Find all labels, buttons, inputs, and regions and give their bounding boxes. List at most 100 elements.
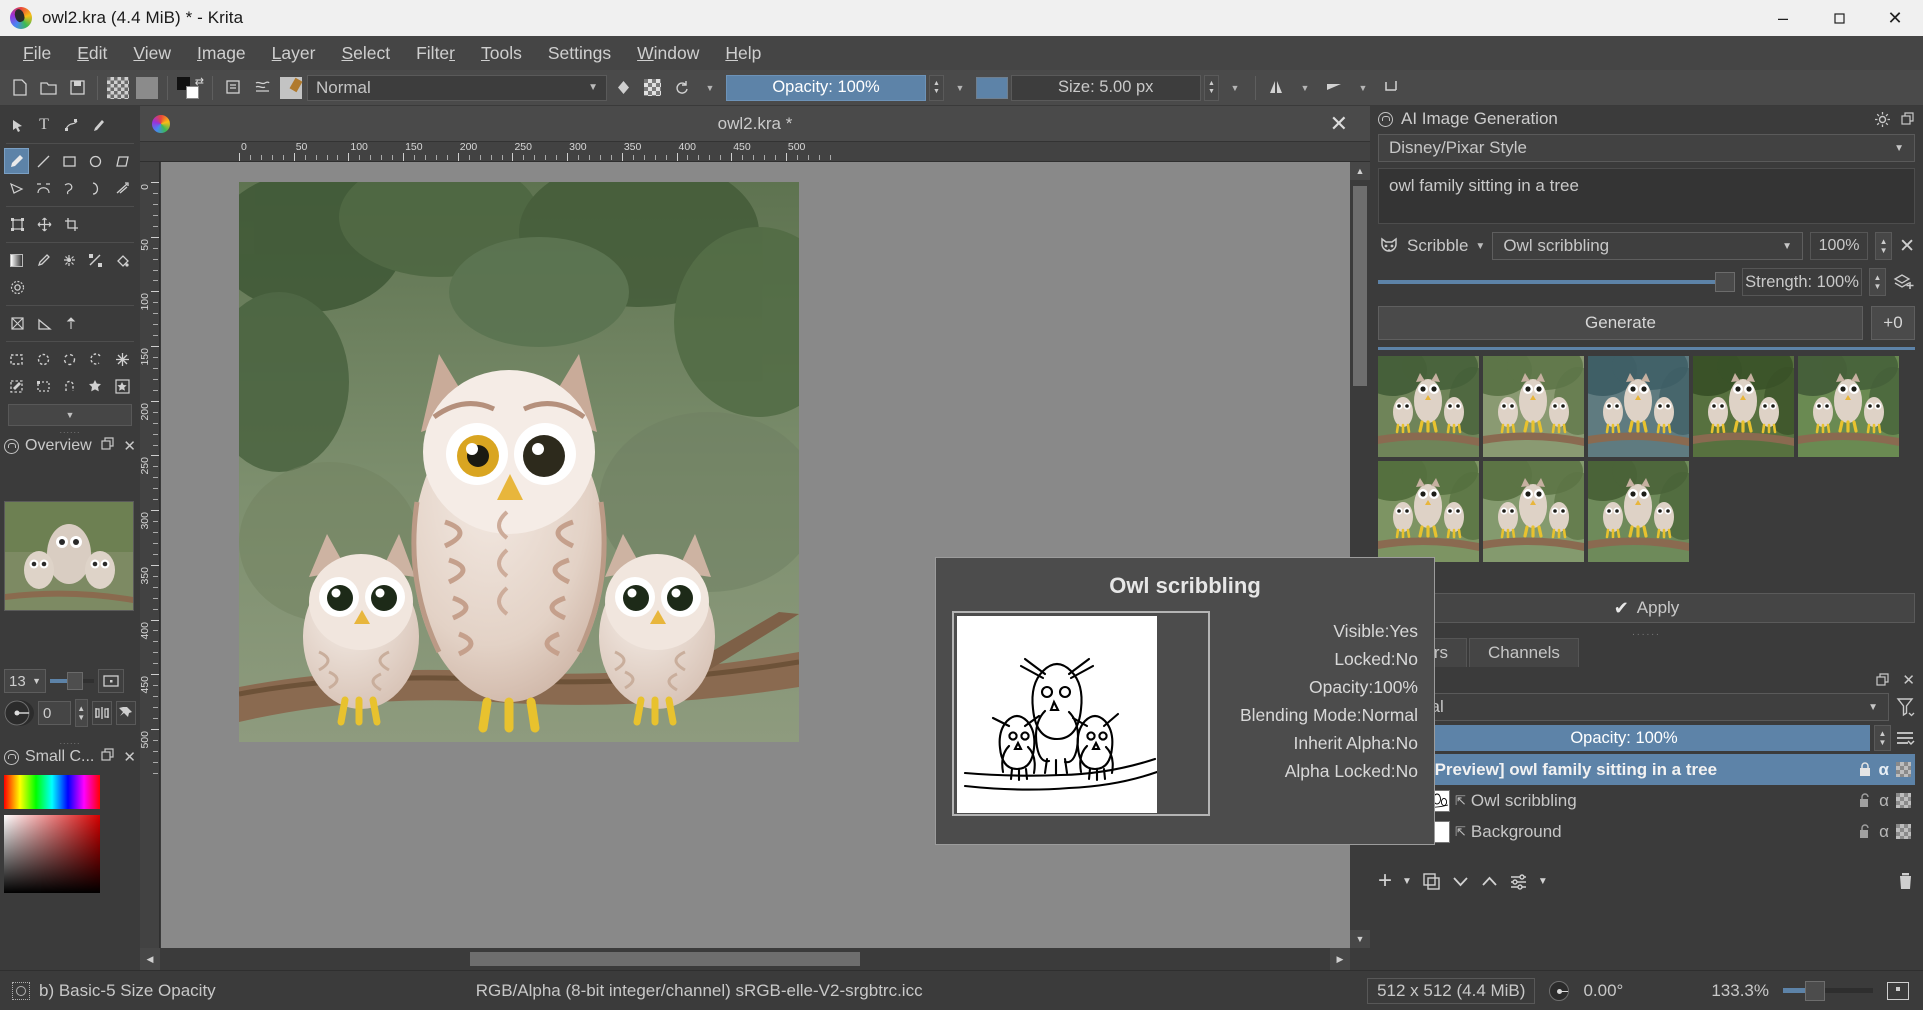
result-thumbnail[interactable] <box>1483 356 1584 457</box>
layer-row[interactable]: ⇱[Preview] owl family sitting in a treeα <box>1378 754 1915 785</box>
add-control-layer-icon[interactable] <box>1893 272 1915 292</box>
reference-images-tool[interactable] <box>58 310 84 336</box>
magnetic-selection-tool[interactable] <box>57 373 82 399</box>
smart-patch-tool[interactable] <box>83 247 108 273</box>
zoom-slider[interactable] <box>50 670 94 692</box>
layer-properties-icon[interactable] <box>1509 872 1528 891</box>
layer-alpha-checker-icon[interactable] <box>1896 762 1911 777</box>
eraser-icon[interactable] <box>610 75 636 101</box>
move-layer-up-icon[interactable] <box>1480 872 1499 891</box>
result-thumbnail[interactable] <box>1378 356 1479 457</box>
layer-opacity-spinner[interactable]: ▲▼ <box>1874 725 1891 751</box>
control-strength-spinner[interactable]: ▲▼ <box>1875 232 1892 260</box>
rotation-input[interactable]: 0 <box>38 701 71 725</box>
zoom-tool[interactable] <box>83 373 108 399</box>
foreground-background-color-icon[interactable]: ⇄ <box>175 75 205 101</box>
preset-list-icon[interactable] <box>249 75 275 101</box>
calligraphy-tool[interactable] <box>85 112 111 138</box>
maximize-button[interactable] <box>1811 0 1867 36</box>
strength-slider[interactable] <box>1378 270 1735 294</box>
dock-lock-icon-3[interactable] <box>1378 112 1393 127</box>
scroll-up-arrow[interactable]: ▲ <box>1350 162 1370 180</box>
result-thumbnail[interactable] <box>1693 356 1794 457</box>
layer-alpha-checker-icon[interactable] <box>1896 824 1911 839</box>
menu-tools[interactable]: Tools <box>468 39 535 68</box>
rectangle-tool[interactable] <box>57 148 82 174</box>
alpha-lock-icon[interactable] <box>639 75 665 101</box>
float-dock-icon[interactable] <box>101 437 115 455</box>
mirror-horizontal-icon[interactable] <box>1263 75 1289 101</box>
pan-tool[interactable] <box>110 373 135 399</box>
crop-tool[interactable] <box>58 211 84 237</box>
scroll-left-arrow[interactable]: ◀ <box>140 948 160 970</box>
close-button[interactable]: ✕ <box>1867 0 1923 36</box>
fit-canvas-icon[interactable] <box>1887 982 1909 1000</box>
bezier-curve-tool[interactable] <box>30 175 55 201</box>
layer-row[interactable]: ⇱Backgroundα <box>1378 816 1915 847</box>
hue-strip[interactable] <box>4 775 100 809</box>
color-sampler-tool[interactable] <box>30 247 55 273</box>
close-dock-icon-3[interactable]: ✕ <box>1902 671 1915 689</box>
close-dock-icon[interactable]: ✕ <box>123 437 136 455</box>
add-layer-dropdown[interactable]: ▼ <box>1402 876 1412 887</box>
pin-icon[interactable] <box>116 701 136 725</box>
mirror-canvas-icon[interactable] <box>92 701 112 725</box>
scroll-right-arrow[interactable]: ▶ <box>1330 948 1350 970</box>
duplicate-layer-icon[interactable] <box>1422 872 1441 891</box>
gear-icon[interactable] <box>1874 111 1891 128</box>
menu-layer[interactable]: Layer <box>259 39 329 68</box>
gradient-edit-tool[interactable] <box>4 310 30 336</box>
float-dock-icon-4[interactable] <box>1876 673 1890 687</box>
float-dock-icon-2[interactable] <box>101 748 115 766</box>
layer-opacity-slider[interactable]: Opacity: 100% <box>1378 725 1870 751</box>
dock-splitter-handle[interactable]: ...... <box>0 426 140 434</box>
canvas-rotation-icon[interactable] <box>1549 981 1569 1001</box>
menu-settings[interactable]: Settings <box>535 39 624 68</box>
gradient-tool[interactable] <box>4 247 29 273</box>
layer-alpha-checker-icon[interactable] <box>1896 793 1911 808</box>
menu-select[interactable]: Select <box>328 39 403 68</box>
saturation-value-square[interactable] <box>4 815 100 893</box>
dock-splitter-handle-2[interactable]: ...... <box>0 737 140 745</box>
mirror-vertical-dropdown[interactable]: ▼ <box>1350 75 1376 101</box>
opacity-dropdown[interactable]: ▼ <box>947 75 973 101</box>
menu-filter[interactable]: Filter <box>403 39 468 68</box>
apply-button[interactable]: ✔ Apply <box>1378 593 1915 623</box>
rotation-dial-icon[interactable] <box>4 700 34 726</box>
remove-control-layer-button[interactable]: ✕ <box>1899 235 1915 258</box>
result-thumbnail[interactable] <box>1483 461 1584 562</box>
tool-options-expander[interactable]: ▼ <box>8 404 132 426</box>
close-dock-icon-2[interactable]: ✕ <box>123 748 136 766</box>
measure-tool[interactable] <box>31 310 57 336</box>
blending-mode-combo[interactable]: Normal ▼ <box>307 75 607 101</box>
transparency-checker-icon[interactable] <box>105 75 131 101</box>
close-document-button[interactable]: ✕ <box>1330 111 1348 137</box>
opacity-spinner[interactable]: ▲▼ <box>929 75 944 101</box>
opacity-slider[interactable]: Opacity: 100% <box>726 75 926 101</box>
fill-tool[interactable] <box>110 247 135 273</box>
strength-spinner[interactable]: ▲▼ <box>1869 268 1886 296</box>
open-folder-icon[interactable] <box>35 75 61 101</box>
select-shapes-tool[interactable] <box>4 112 30 138</box>
delete-layer-icon[interactable] <box>1896 871 1915 891</box>
edit-path-tool[interactable] <box>58 112 84 138</box>
brush-editor-icon[interactable] <box>278 75 304 101</box>
menu-edit[interactable]: Edit <box>64 39 120 68</box>
rectangular-selection-tool[interactable] <box>4 346 29 372</box>
fit-to-screen-icon[interactable] <box>98 669 124 693</box>
menu-help[interactable]: Help <box>712 39 774 68</box>
document-tab[interactable]: owl2.kra * ✕ <box>140 106 1370 142</box>
dynamic-brush-tool[interactable] <box>83 175 108 201</box>
brush-size-slider[interactable]: Size: 5.00 px <box>1011 75 1201 101</box>
result-thumbnail[interactable] <box>1588 356 1689 457</box>
result-thumbnail[interactable] <box>1378 461 1479 562</box>
layer-alpha-icon[interactable]: α <box>1879 791 1889 811</box>
layer-alpha-icon[interactable]: α <box>1879 760 1889 780</box>
horizontal-scroll-thumb[interactable] <box>470 952 860 966</box>
freehand-selection-tool[interactable] <box>83 346 108 372</box>
polygon-tool[interactable] <box>110 148 135 174</box>
multibrush-tool[interactable] <box>110 175 135 201</box>
menu-window[interactable]: Window <box>624 39 712 68</box>
control-mode-label[interactable]: Scribble <box>1407 236 1468 256</box>
add-layer-button[interactable]: + <box>1378 867 1392 895</box>
